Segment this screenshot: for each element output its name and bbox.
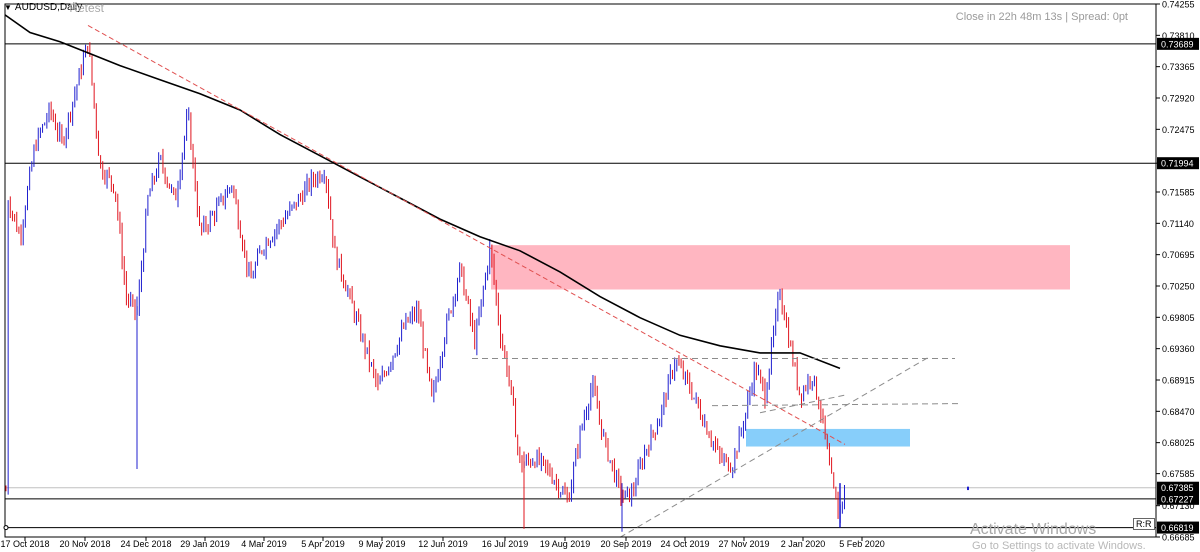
y-tick-label: 0.67585 <box>1162 469 1195 479</box>
x-tick-label: 2 Jan 2020 <box>781 539 826 549</box>
x-tick-label: 20 Sep 2019 <box>600 539 651 549</box>
y-tick-label: 0.66685 <box>1162 533 1195 543</box>
y-tick-label: 0.70695 <box>1162 250 1195 260</box>
time-axis: 17 Oct 2018 20 Nov 2018 24 Dec 2018 29 Jan … <box>0 537 885 549</box>
moving-average-line <box>4 14 841 370</box>
y-tick-label: 0.73365 <box>1162 62 1195 72</box>
y-tick-label: 0.72920 <box>1162 93 1195 103</box>
price-label: 0.66819 <box>1161 523 1194 533</box>
x-tick-label: 12 Jun 2019 <box>418 539 468 549</box>
demand-zone <box>746 428 910 447</box>
x-tick-label: 9 May 2019 <box>358 539 405 549</box>
activate-windows-title: Activate Windows <box>970 521 1097 538</box>
y-tick-label: 0.69360 <box>1162 344 1195 354</box>
price-label: 0.71994 <box>1161 159 1194 169</box>
triangle-down-icon[interactable]: ▼ <box>4 3 12 12</box>
y-tick-label: 0.72475 <box>1162 125 1195 135</box>
y-tick-label: 0.68025 <box>1162 438 1195 448</box>
x-tick-label: 5 Apr 2019 <box>301 539 345 549</box>
rr-button[interactable]: R:R <box>1133 518 1155 530</box>
x-tick-label: 27 Nov 2019 <box>718 539 769 549</box>
y-tick-label: 0.68915 <box>1162 375 1195 385</box>
price-label: 0.67227 <box>1161 494 1194 504</box>
x-tick-label: 5 Feb 2020 <box>839 539 885 549</box>
y-tick-label: 0.74255 <box>1162 0 1195 10</box>
y-tick-label: 0.71140 <box>1162 219 1194 229</box>
price-chart[interactable]: 0.742550.738100.733650.729200.724750.719… <box>0 0 1200 549</box>
y-tick-label: 0.71585 <box>1162 187 1195 197</box>
price-label: 0.67385 <box>1161 483 1194 493</box>
x-tick-label: 16 Jul 2019 <box>482 539 529 549</box>
y-tick-label: 0.70250 <box>1162 281 1195 291</box>
y-tick-label: 0.69805 <box>1162 313 1195 323</box>
support-trendline <box>619 355 931 538</box>
retest-dashed-line <box>711 403 961 407</box>
retest-annotation: - Retest <box>62 1 105 15</box>
x-tick-label: 20 Nov 2018 <box>59 539 110 549</box>
x-tick-label: 17 Oct 2018 <box>0 539 49 549</box>
close-spread-status: Close in 22h 48m 13s | Spread: 0pt <box>955 11 1128 23</box>
y-tick-label: 0.68470 <box>1162 407 1195 417</box>
wedge-upper-line <box>759 394 846 414</box>
x-tick-label: 19 Aug 2019 <box>540 539 591 549</box>
x-tick-label: 24 Oct 2019 <box>660 539 709 549</box>
price-label: 0.73689 <box>1161 39 1194 49</box>
x-tick-label: 24 Dec 2018 <box>120 539 171 549</box>
x-tick-label: 29 Jan 2019 <box>180 539 230 549</box>
level-handle-icon <box>3 525 9 531</box>
activate-windows-subtitle: Go to Settings to activate Windows. <box>972 540 1146 552</box>
zones-layer <box>491 245 1070 447</box>
x-tick-label: 4 Mar 2019 <box>241 539 287 549</box>
